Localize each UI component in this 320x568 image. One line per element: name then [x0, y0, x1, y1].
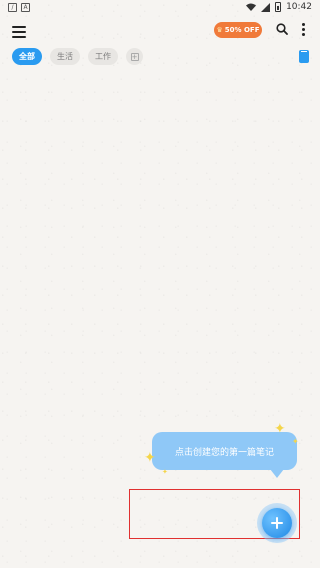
- promo-label: 50% OFF: [224, 26, 260, 34]
- status-right: 10:42: [246, 2, 312, 12]
- sparkle-icon: ✦: [144, 450, 156, 466]
- category-tabs: 全部 生活 工作 +: [12, 48, 143, 65]
- crown-icon: ♛: [216, 26, 223, 34]
- sparkle-icon: ✦: [274, 421, 286, 437]
- paper-background: [0, 0, 320, 568]
- menu-icon[interactable]: [12, 26, 26, 38]
- sparkle-icon: ✦: [162, 468, 168, 476]
- add-square-icon: +: [130, 52, 139, 61]
- tab-all[interactable]: 全部: [12, 48, 42, 65]
- tab-work[interactable]: 工作: [88, 48, 118, 65]
- more-options-icon[interactable]: [301, 23, 305, 36]
- notification-icon: /: [8, 2, 17, 12]
- wifi-icon: [246, 3, 257, 11]
- search-icon[interactable]: [276, 23, 288, 35]
- hint-text: 点击创建您的第一篇笔记: [174, 447, 274, 458]
- battery-icon: [275, 2, 282, 12]
- new-note-button[interactable]: [262, 508, 292, 538]
- a-icon: A: [21, 2, 30, 12]
- signal-icon: [261, 2, 271, 12]
- status-left: / A: [8, 2, 30, 12]
- tab-life[interactable]: 生活: [50, 48, 80, 65]
- add-category-button[interactable]: +: [126, 48, 143, 65]
- calendar-icon[interactable]: [299, 50, 309, 63]
- status-bar: / A 10:42: [0, 0, 320, 14]
- plus-icon: [271, 517, 283, 529]
- hint-bubble-tail: [270, 469, 284, 478]
- promo-badge[interactable]: ♛ 50% OFF: [214, 22, 262, 38]
- hint-bubble: 点击创建您的第一篇笔记: [152, 432, 297, 470]
- status-time: 10:42: [286, 2, 312, 12]
- sparkle-icon: ✦: [292, 437, 299, 446]
